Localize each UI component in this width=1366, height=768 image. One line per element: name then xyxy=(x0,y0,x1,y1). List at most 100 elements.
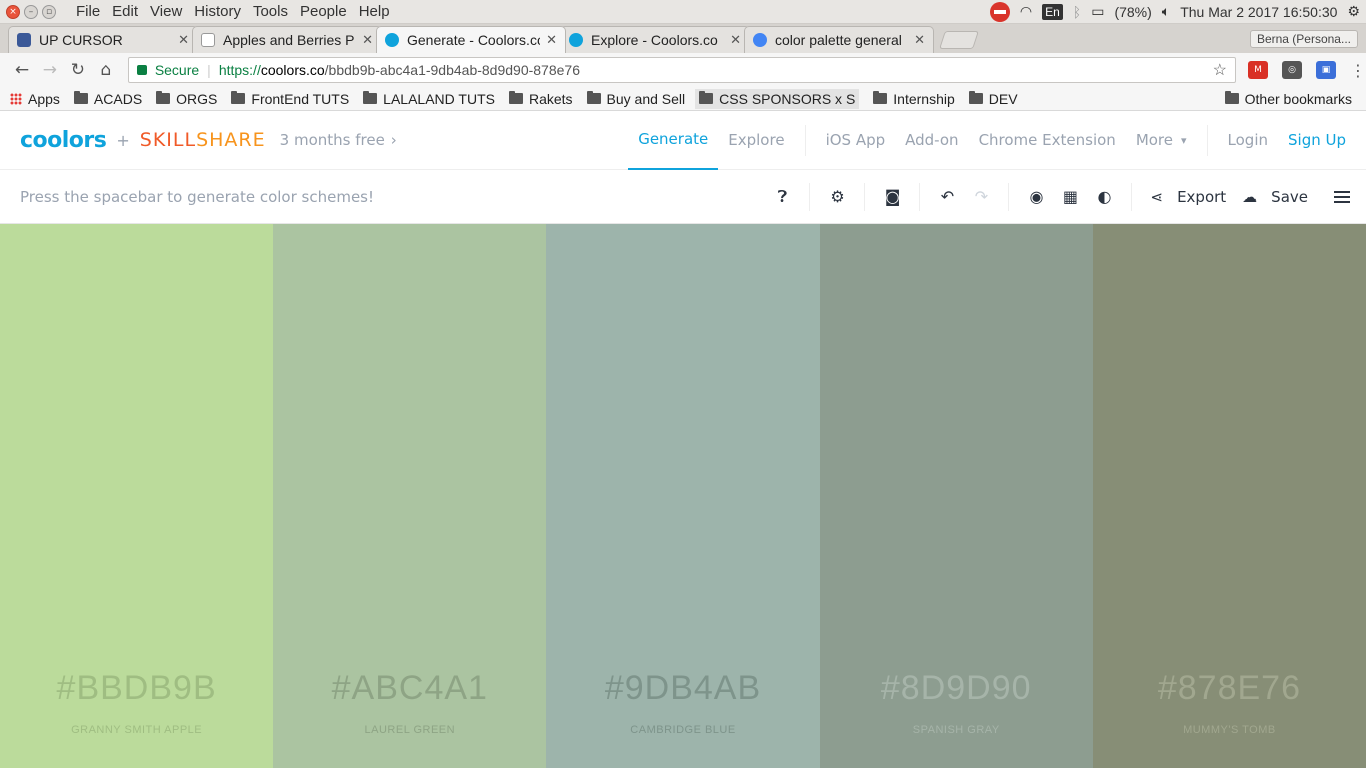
folder-icon xyxy=(873,91,888,104)
window-maximize-icon[interactable]: ▫ xyxy=(42,4,56,19)
tab-explore-coolors[interactable]: Explore - Coolors.co ✕ xyxy=(560,26,750,53)
url-host: coolors.co xyxy=(260,62,325,78)
bookmark-folder-rakets[interactable]: Rakets xyxy=(508,91,573,107)
forward-arrow-icon[interactable]: → xyxy=(36,60,64,80)
menu-file[interactable]: File xyxy=(70,3,106,20)
bookmark-folder-frontend-tuts[interactable]: FrontEnd TUTS xyxy=(231,91,349,107)
facebook-favicon-icon xyxy=(17,33,31,47)
nav-more[interactable]: More ▾ xyxy=(1126,111,1197,170)
tab-generate-coolors[interactable]: Generate - Coolors.co ✕ xyxy=(376,26,566,53)
bookmark-label: ACADS xyxy=(93,90,143,107)
gmail-extension-icon[interactable]: M xyxy=(1248,61,1268,79)
eye-icon[interactable]: ◉ xyxy=(1019,170,1053,224)
idea-extension-icon[interactable]: ◎ xyxy=(1282,61,1302,79)
close-tab-icon[interactable]: ✕ xyxy=(914,32,925,48)
color-swatch[interactable]: #9DB4AB CAMBRIDGE BLUE xyxy=(546,224,820,768)
menu-history[interactable]: History xyxy=(188,3,247,20)
grid-view-icon[interactable]: ▦ xyxy=(1053,170,1087,224)
bookmark-folder-orgs[interactable]: ORGS xyxy=(156,91,217,107)
promo-label: 3 months free xyxy=(279,131,385,149)
bookmark-label: DEV xyxy=(988,90,1018,107)
gear-icon[interactable]: ⚙ xyxy=(1347,3,1360,20)
translate-extension-icon[interactable]: ▣ xyxy=(1316,61,1336,79)
save-button[interactable]: ☁ Save xyxy=(1234,188,1316,206)
contrast-icon[interactable]: ◐ xyxy=(1087,170,1121,224)
color-swatch[interactable]: #BBDB9B GRANNY SMITH APPLE xyxy=(0,224,274,768)
promo-link[interactable]: 3 months free › xyxy=(280,131,397,149)
menu-view[interactable]: View xyxy=(144,3,188,20)
color-swatch[interactable]: #ABC4A1 LAUREL GREEN xyxy=(273,224,547,768)
nav-more-label: More xyxy=(1135,131,1173,149)
menu-people[interactable]: People xyxy=(294,3,353,20)
bookmark-folder-acads[interactable]: ACADS xyxy=(73,90,143,107)
chrome-menu-icon[interactable]: ⋮ xyxy=(1350,61,1366,80)
login-link[interactable]: Login xyxy=(1218,111,1278,170)
tab-google-search[interactable]: color palette general ✕ xyxy=(744,26,934,53)
signup-link[interactable]: Sign Up xyxy=(1278,111,1366,170)
nav-ios-app[interactable]: iOS App xyxy=(816,111,896,170)
coolors-logo[interactable]: coolors xyxy=(20,128,107,153)
help-icon[interactable]: ❓︎ xyxy=(765,170,799,224)
skillshare-logo[interactable]: SKILLSHARE xyxy=(140,129,266,151)
color-swatch[interactable]: #8D9D90 SPANISH GRAY xyxy=(819,224,1093,768)
window-close-icon[interactable]: × xyxy=(6,4,20,19)
url-path: /bbdb9b-abc4a1-9db4ab-8d9d90-878e76 xyxy=(324,62,580,78)
menu-help[interactable]: Help xyxy=(353,3,396,20)
bookmark-folder-css-sponsors[interactable]: CSS SPONSORS x S xyxy=(695,88,860,109)
swatch-hex[interactable]: #BBDB9B xyxy=(0,669,273,708)
swatch-hex[interactable]: #ABC4A1 xyxy=(273,669,546,708)
close-tab-icon[interactable]: ✕ xyxy=(546,32,557,48)
url-bar[interactable]: Secure | https:// coolors.co /bbdb9b-abc… xyxy=(127,57,1236,83)
settings-gear-icon[interactable]: ⚙ xyxy=(820,170,854,224)
undo-icon[interactable]: ↶ xyxy=(930,170,964,224)
no-entry-icon[interactable] xyxy=(989,1,1010,22)
hamburger-menu-icon[interactable] xyxy=(1334,190,1350,203)
swatch-color-name: LAUREL GREEN xyxy=(364,724,456,736)
home-icon[interactable]: ⌂ xyxy=(92,60,120,80)
close-tab-icon[interactable]: ✕ xyxy=(730,32,741,48)
keyboard-layout[interactable]: En xyxy=(1042,3,1063,20)
close-tab-icon[interactable]: ✕ xyxy=(178,32,189,48)
lock-icon[interactable] xyxy=(136,65,147,75)
bookmark-folder-dev[interactable]: DEV xyxy=(968,90,1018,107)
menu-edit[interactable]: Edit xyxy=(106,3,144,20)
clock[interactable]: Thu Mar 2 2017 16:50:30 xyxy=(1180,4,1337,20)
extensions: M ◎ ▣ ⋮ xyxy=(1248,61,1366,80)
bookmark-folder-lalaland-tuts[interactable]: LALALAND TUTS xyxy=(363,91,495,107)
reload-icon[interactable]: ↻ xyxy=(64,60,92,80)
nav-explore[interactable]: Explore xyxy=(718,111,794,170)
redo-icon[interactable]: ↷ xyxy=(964,170,998,224)
export-button[interactable]: ⋖ Export xyxy=(1142,188,1234,206)
nav-add-on[interactable]: Add-on xyxy=(895,111,968,170)
bookmark-apps[interactable]: Apps xyxy=(10,91,60,107)
bookmark-folder-buy-and-sell[interactable]: Buy and Sell xyxy=(586,91,685,107)
volume-icon[interactable]: 🔈︎ xyxy=(1162,3,1170,20)
bookmark-folder-other[interactable]: Other bookmarks xyxy=(1224,91,1352,107)
battery-icon[interactable]: ▭ xyxy=(1091,3,1104,20)
menu-tools[interactable]: Tools xyxy=(247,3,294,20)
bookmark-folder-internship[interactable]: Internship xyxy=(873,91,955,107)
close-tab-icon[interactable]: ✕ xyxy=(362,32,373,48)
swatch-hex[interactable]: #9DB4AB xyxy=(546,669,819,708)
wifi-icon[interactable]: ◠ xyxy=(1020,3,1032,20)
tab-up-cursor[interactable]: UP CURSOR ✕ xyxy=(8,26,198,53)
nav-chrome-extension[interactable]: Chrome Extension xyxy=(969,111,1126,170)
color-swatch[interactable]: #878E76 MUMMY'S TOMB xyxy=(1092,224,1366,768)
camera-icon[interactable]: ◙ xyxy=(875,170,909,224)
nav-generate[interactable]: Generate xyxy=(628,111,719,170)
google-favicon-icon xyxy=(753,33,767,47)
chevron-down-icon: ▾ xyxy=(1181,133,1187,147)
tab-strip: UP CURSOR ✕ Apples and Berries P ✕ Gener… xyxy=(0,24,1366,53)
export-label: Export xyxy=(1177,187,1227,206)
page-favicon-icon xyxy=(201,33,215,47)
address-toolbar: ← → ↻ ⌂ Secure | https:// coolors.co /bb… xyxy=(0,53,1366,87)
swatch-hex[interactable]: #8D9D90 xyxy=(820,669,1093,708)
profile-button[interactable]: Berna (Persona... xyxy=(1249,30,1358,48)
tab-apples-berries[interactable]: Apples and Berries P ✕ xyxy=(192,26,382,53)
back-arrow-icon[interactable]: ← xyxy=(8,60,36,80)
bookmark-star-icon[interactable]: ☆ xyxy=(1213,60,1227,80)
window-minimize-icon[interactable]: – xyxy=(24,4,38,19)
swatch-hex[interactable]: #878E76 xyxy=(1093,669,1366,708)
new-tab-button[interactable] xyxy=(939,31,979,49)
bluetooth-icon[interactable]: ᛒ xyxy=(1073,4,1081,20)
